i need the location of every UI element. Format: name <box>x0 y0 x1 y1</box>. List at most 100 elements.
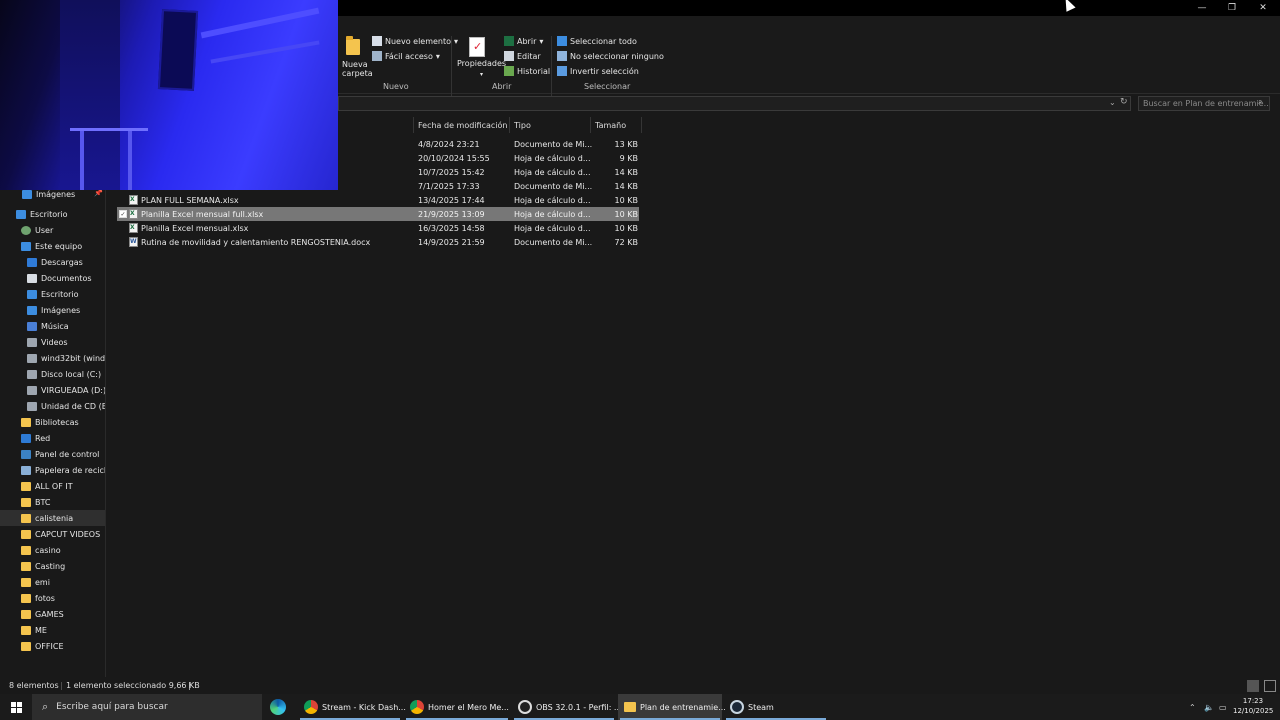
table-row[interactable]: Rutina de movilidad y calentamiento RENG… <box>117 235 639 249</box>
history-button[interactable]: Historial <box>504 66 550 76</box>
select-none-icon <box>557 51 567 61</box>
file-name-cell: Rutina de movilidad y calentamiento RENG… <box>129 235 370 249</box>
table-row[interactable]: Planilla Excel mensual.xlsx 16/3/2025 14… <box>117 221 639 235</box>
column-header-date[interactable]: Fecha de modificación <box>413 117 509 133</box>
volume-icon[interactable]: 🔈 <box>1204 694 1214 720</box>
nav-item-folder[interactable]: Casting <box>0 558 105 574</box>
nav-item-label: wind32bit (wind32 <box>41 353 105 363</box>
chevron-down-icon[interactable]: ⌄ <box>1109 98 1116 107</box>
file-type: Hoja de cálculo d... <box>514 209 591 219</box>
images-icon <box>27 305 37 315</box>
open-button[interactable]: Abrir ▾ <box>504 36 543 46</box>
system-clock[interactable]: 17:23 12/10/2025 <box>1233 696 1273 716</box>
nav-item-videos[interactable]: Videos <box>0 334 105 350</box>
pin-icon: 📌 <box>94 189 103 197</box>
select-none-button[interactable]: No seleccionar ninguno <box>557 51 664 61</box>
taskbar-app-obs[interactable]: OBS 32.0.1 - Perfil: ... <box>512 694 622 720</box>
nav-item-downloads[interactable]: Descargas <box>0 254 105 270</box>
search-input[interactable]: Buscar en Plan de entrenamie... <box>1138 96 1270 111</box>
item-count: 8 elementos <box>9 681 59 690</box>
minimize-button[interactable]: — <box>1187 0 1217 16</box>
webcam-overlay <box>0 0 338 190</box>
folder-icon <box>21 513 31 523</box>
taskbar-app-label: Homer el Mero Me... <box>428 702 509 712</box>
table-row[interactable]: PLAN FULL SEMANA.xlsx 13/4/2025 17:44 Ho… <box>117 193 639 207</box>
file-size: 14 KB <box>614 167 638 177</box>
file-name: PLAN FULL SEMANA.xlsx <box>141 195 239 205</box>
column-header-size[interactable]: Tamaño <box>590 117 642 133</box>
nav-item-folder-selected[interactable]: calistenia <box>0 510 105 526</box>
file-explorer-icon <box>624 702 636 712</box>
folder-icon <box>21 481 31 491</box>
edit-button[interactable]: Editar <box>504 51 541 61</box>
nav-item-control-panel[interactable]: Panel de control <box>0 446 105 462</box>
nav-item-folder[interactable]: casino <box>0 542 105 558</box>
nav-item-folder[interactable]: emi <box>0 574 105 590</box>
nav-item-drive-d[interactable]: VIRGUEADA (D:) <box>0 382 105 398</box>
nav-item-desktop-pc[interactable]: Escritorio <box>0 286 105 302</box>
status-divider: | <box>60 681 63 690</box>
taskbar-search[interactable]: ⌕ Escribe aquí para buscar <box>32 694 262 720</box>
file-type: Hoja de cálculo d... <box>514 223 591 233</box>
maximize-button[interactable]: ❐ <box>1217 0 1247 16</box>
select-all-button[interactable]: Seleccionar todo <box>557 36 637 46</box>
table-row-selected[interactable]: ✓ Planilla Excel mensual full.xlsx 21/9/… <box>117 207 639 221</box>
nav-item-documents[interactable]: Documentos <box>0 270 105 286</box>
large-icons-view-button[interactable] <box>1264 680 1276 692</box>
nav-item-folder[interactable]: OFFICE <box>0 638 105 654</box>
folder-icon <box>21 641 31 651</box>
drive-icon <box>27 385 37 395</box>
folder-icon <box>21 609 31 619</box>
taskbar-app-file-explorer[interactable]: Plan de entrenamie... <box>618 694 726 720</box>
edge-icon[interactable] <box>270 699 286 715</box>
nav-item-folder[interactable]: CAPCUT VIDEOS <box>0 526 105 542</box>
nav-item-folder[interactable]: GAMES <box>0 606 105 622</box>
webcam-shelf <box>200 7 320 39</box>
taskbar-app-steam[interactable]: Steam <box>724 694 828 720</box>
webcam-picture-frame <box>157 9 199 91</box>
address-bar[interactable] <box>338 96 1131 111</box>
nav-item-local-disk-c[interactable]: Disco local (C:) <box>0 366 105 382</box>
start-button[interactable] <box>0 694 32 720</box>
nav-item-desktop[interactable]: Escritorio <box>0 206 105 222</box>
invert-selection-button[interactable]: Invertir selección <box>557 66 639 76</box>
nav-item-folder[interactable]: ALL OF IT <box>0 478 105 494</box>
new-folder-button[interactable]: Nueva carpeta <box>342 60 373 78</box>
refresh-icon[interactable]: ↻ <box>1120 97 1128 107</box>
show-hidden-icons-button[interactable]: ⌃ <box>1189 694 1196 720</box>
nav-item-network[interactable]: Red <box>0 430 105 446</box>
nav-item-cd-drive-e[interactable]: Unidad de CD (E:) <box>0 398 105 414</box>
easy-access-button[interactable]: Fácil acceso ▾ <box>372 51 440 61</box>
nav-item-folder[interactable]: ME <box>0 622 105 638</box>
windows-logo-icon <box>10 701 22 713</box>
nav-item-this-pc[interactable]: Este equipo <box>0 238 105 254</box>
nav-item-music[interactable]: Música <box>0 318 105 334</box>
network-tray-icon[interactable]: ▭ <box>1219 694 1227 720</box>
details-view-button[interactable] <box>1247 680 1259 692</box>
folder-icon <box>21 497 31 507</box>
close-button[interactable]: ✕ <box>1248 0 1278 16</box>
dropdown-arrow-icon: ▾ <box>539 36 544 46</box>
properties-label: Propiedades <box>457 59 507 68</box>
folder-icon <box>21 577 31 587</box>
nav-item-folder[interactable]: BTC <box>0 494 105 510</box>
history-label: Historial <box>517 66 551 76</box>
properties-button[interactable]: Propiedades ▾ <box>457 59 506 78</box>
nav-item-wind32bit[interactable]: wind32bit (wind32 <box>0 350 105 366</box>
nav-item-images[interactable]: Imágenes <box>0 302 105 318</box>
taskbar-app-chrome-homer[interactable]: Homer el Mero Me... <box>404 694 510 720</box>
nav-item-recycle-bin[interactable]: Papelera de reciclaje <box>0 462 105 478</box>
taskbar-app-chrome-stream[interactable]: Stream - Kick Dash... <box>298 694 406 720</box>
nav-item-user[interactable]: User <box>0 222 105 238</box>
folder-icon <box>21 625 31 635</box>
search-icon[interactable]: ⌕ <box>1258 97 1262 107</box>
file-name: Planilla Excel mensual full.xlsx <box>141 209 264 219</box>
taskbar-app-label: OBS 32.0.1 - Perfil: ... <box>536 702 622 712</box>
column-header-type[interactable]: Tipo <box>509 117 590 133</box>
row-checkbox[interactable]: ✓ <box>119 210 127 218</box>
new-folder-label: Nueva carpeta <box>342 60 373 78</box>
nav-item-libraries[interactable]: Bibliotecas <box>0 414 105 430</box>
invert-selection-label: Invertir selección <box>570 66 639 76</box>
new-item-button[interactable]: Nuevo elemento ▾ <box>372 36 458 46</box>
nav-item-folder[interactable]: fotos <box>0 590 105 606</box>
